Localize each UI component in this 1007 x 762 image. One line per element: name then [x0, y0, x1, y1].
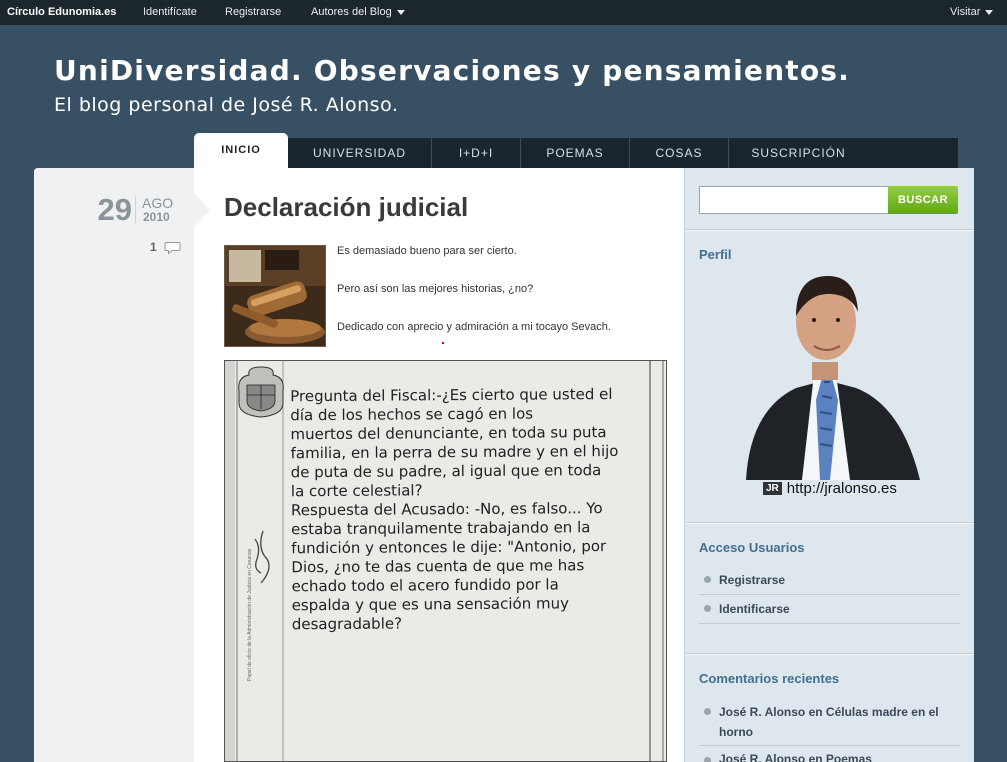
bullet-icon [704, 576, 711, 583]
recent-comments-heading: Comentarios recientes [699, 671, 840, 686]
access-heading: Acceso Usuarios [699, 540, 805, 555]
main-nav: INICIO UNIVERSIDAD I+D+I POEMAS COSAS SU… [194, 133, 958, 168]
sidebar-divider [684, 654, 974, 655]
recent-comment-link[interactable]: José R. Alonso en Poemas [719, 752, 872, 762]
post-date-year: 2010 [143, 210, 170, 224]
search-input[interactable] [699, 186, 889, 214]
recent-comment-link[interactable]: José R. Alonso en Células madre en el ho… [719, 702, 949, 742]
sidebar-register-link[interactable]: Registrarse [719, 573, 785, 587]
visit-menu[interactable]: Visitar [950, 6, 994, 18]
document-line: la corte celestial? [290, 481, 423, 501]
profile-heading: Perfil [699, 247, 732, 262]
top-bar: Círculo Edunomia.es Identifícate Registr… [0, 0, 1007, 25]
bullet-icon [704, 708, 711, 715]
comment-count[interactable]: 1 [150, 240, 157, 254]
sidebar-divider [684, 523, 974, 524]
network-brand-link[interactable]: Círculo Edunomia.es [7, 6, 116, 18]
date-divider [135, 196, 136, 224]
tab-inicio[interactable]: INICIO [194, 133, 288, 168]
list-divider [699, 745, 960, 746]
gavel-image [224, 245, 326, 347]
document-line: de puta de su padre, al igual que en tod… [290, 461, 602, 482]
document-line: estaba tranquilamente trabajando en la [291, 518, 591, 539]
court-document-image: Papel de oficio de la Administración de … [224, 360, 667, 762]
bullet-icon [704, 757, 711, 762]
document-line: Respuesta del Acusado: -No, es falso... … [290, 499, 603, 520]
post-date-day: 29 [97, 192, 132, 227]
post-title[interactable]: Declaración judicial [224, 192, 468, 223]
post-meta-column [34, 168, 194, 762]
jr-logo: JR [763, 482, 782, 495]
profile-photo [742, 272, 924, 480]
tab-suscripcion[interactable]: SUSCRIPCIÓN [728, 138, 868, 168]
visit-label: Visitar [950, 6, 981, 18]
document-text: Pregunta del Fiscal:-¿Es cierto que uste… [290, 385, 652, 635]
post-paragraph: Dedicado con aprecio y admiración a mi t… [337, 321, 611, 333]
post-paragraph: Pero así son las mejores historias, ¿no? [337, 283, 534, 295]
document-line: muertos del denunciante, en toda su puta [290, 423, 607, 444]
document-line: Dios, ¿no te das cuenta de que me has [291, 556, 585, 577]
document-line: echado todo el acero fundido por la [291, 575, 559, 596]
document-line: fundición y entonces le dije: "Antonio, … [291, 537, 607, 558]
post-date-month: AGO [142, 195, 174, 211]
document-line: Pregunta del Fiscal:-¿Es cierto que uste… [290, 385, 613, 406]
login-link[interactable]: Identifícate [143, 6, 197, 18]
site-subtitle: El blog personal de José R. Alonso. [54, 94, 399, 116]
search-button[interactable]: BUSCAR [888, 186, 958, 214]
comment-bubble-icon[interactable] [164, 241, 181, 255]
document-line: desagradable? [291, 614, 403, 634]
site-title[interactable]: UniDiversidad. Observaciones y pensamien… [54, 54, 850, 87]
sidebar-login-link[interactable]: Identificarse [719, 602, 790, 616]
document-line: espalda y que es una sensación muy [291, 594, 570, 615]
document-line: día de los hechos se cagó en los [290, 404, 534, 425]
document-line: familia, en la perra de su madre y en el… [290, 441, 619, 463]
blog-authors-label: Autores del Blog [311, 6, 392, 18]
bullet-icon [704, 605, 711, 612]
tab-idi[interactable]: I+D+I [431, 138, 520, 168]
sidebar-divider [684, 230, 974, 231]
list-divider [699, 594, 960, 595]
register-link[interactable]: Registrarse [225, 6, 281, 18]
tab-cosas[interactable]: COSAS [629, 138, 728, 168]
post-paragraph: Es demasiado bueno para ser cierto. [337, 245, 517, 257]
profile-caption: JR http://jralonso.es [763, 480, 897, 497]
tab-universidad[interactable]: UNIVERSIDAD [288, 138, 431, 168]
tab-poemas[interactable]: POEMAS [520, 138, 629, 168]
blog-authors-menu[interactable]: Autores del Blog [311, 6, 405, 18]
chevron-down-icon [985, 9, 994, 15]
profile-url-link[interactable]: http://jralonso.es [787, 480, 897, 497]
chevron-down-icon [396, 9, 405, 15]
meta-pointer-arrow [194, 193, 210, 227]
list-divider [699, 623, 960, 624]
stray-mark [442, 342, 444, 344]
document-margin-text: Papel de oficio de la Administración de … [247, 548, 253, 681]
